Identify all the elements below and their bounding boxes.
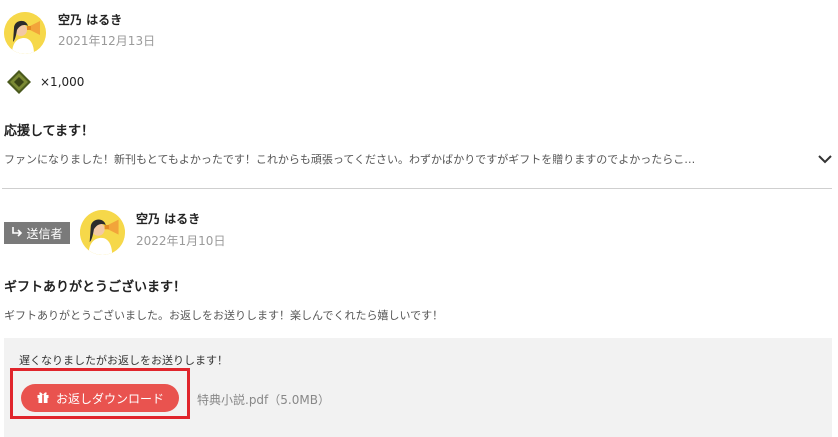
user-name[interactable]: 空乃 はるき bbox=[58, 11, 122, 28]
post-message: ギフトありがとうございました。お返しをお送りします！楽しんでくれたら嬉しいです！ bbox=[4, 309, 444, 322]
sender-badge-label: 送信者 bbox=[26, 226, 63, 241]
download-highlight: お返しダウンロード bbox=[10, 368, 190, 419]
file-info: 特典小説.pdf（5.0MB） bbox=[197, 393, 330, 407]
download-return-gift-button[interactable]: お返しダウンロード bbox=[21, 384, 179, 412]
return-gift-box: 遅くなりましたがお返しをお送りします！ お返しダウンロード 特典小説.pdf（5… bbox=[4, 338, 832, 437]
chevron-down-icon[interactable] bbox=[816, 150, 834, 168]
avatar[interactable] bbox=[4, 12, 46, 54]
post-message: ファンになりました！新刊もとてもよかったです！これからも頑張ってください。わずか… bbox=[4, 153, 696, 166]
gift-box-icon bbox=[36, 390, 50, 407]
avatar[interactable] bbox=[80, 210, 125, 255]
gift-gem-icon bbox=[6, 69, 32, 95]
divider bbox=[2, 188, 832, 189]
post-title: 応援してます！ bbox=[4, 124, 94, 139]
post-date: 2022年1月10日 bbox=[136, 234, 226, 248]
gift-quantity: ×1,000 bbox=[40, 75, 85, 89]
user-name[interactable]: 空乃 はるき bbox=[136, 210, 200, 227]
post-title: ギフトありがとうございます！ bbox=[4, 280, 187, 295]
reply-arrow-icon bbox=[11, 226, 23, 241]
sender-badge: 送信者 bbox=[4, 222, 70, 244]
return-gift-message: 遅くなりましたがお返しをお送りします！ bbox=[19, 354, 228, 367]
post-date: 2021年12月13日 bbox=[58, 34, 156, 48]
download-button-label: お返しダウンロード bbox=[55, 391, 164, 406]
